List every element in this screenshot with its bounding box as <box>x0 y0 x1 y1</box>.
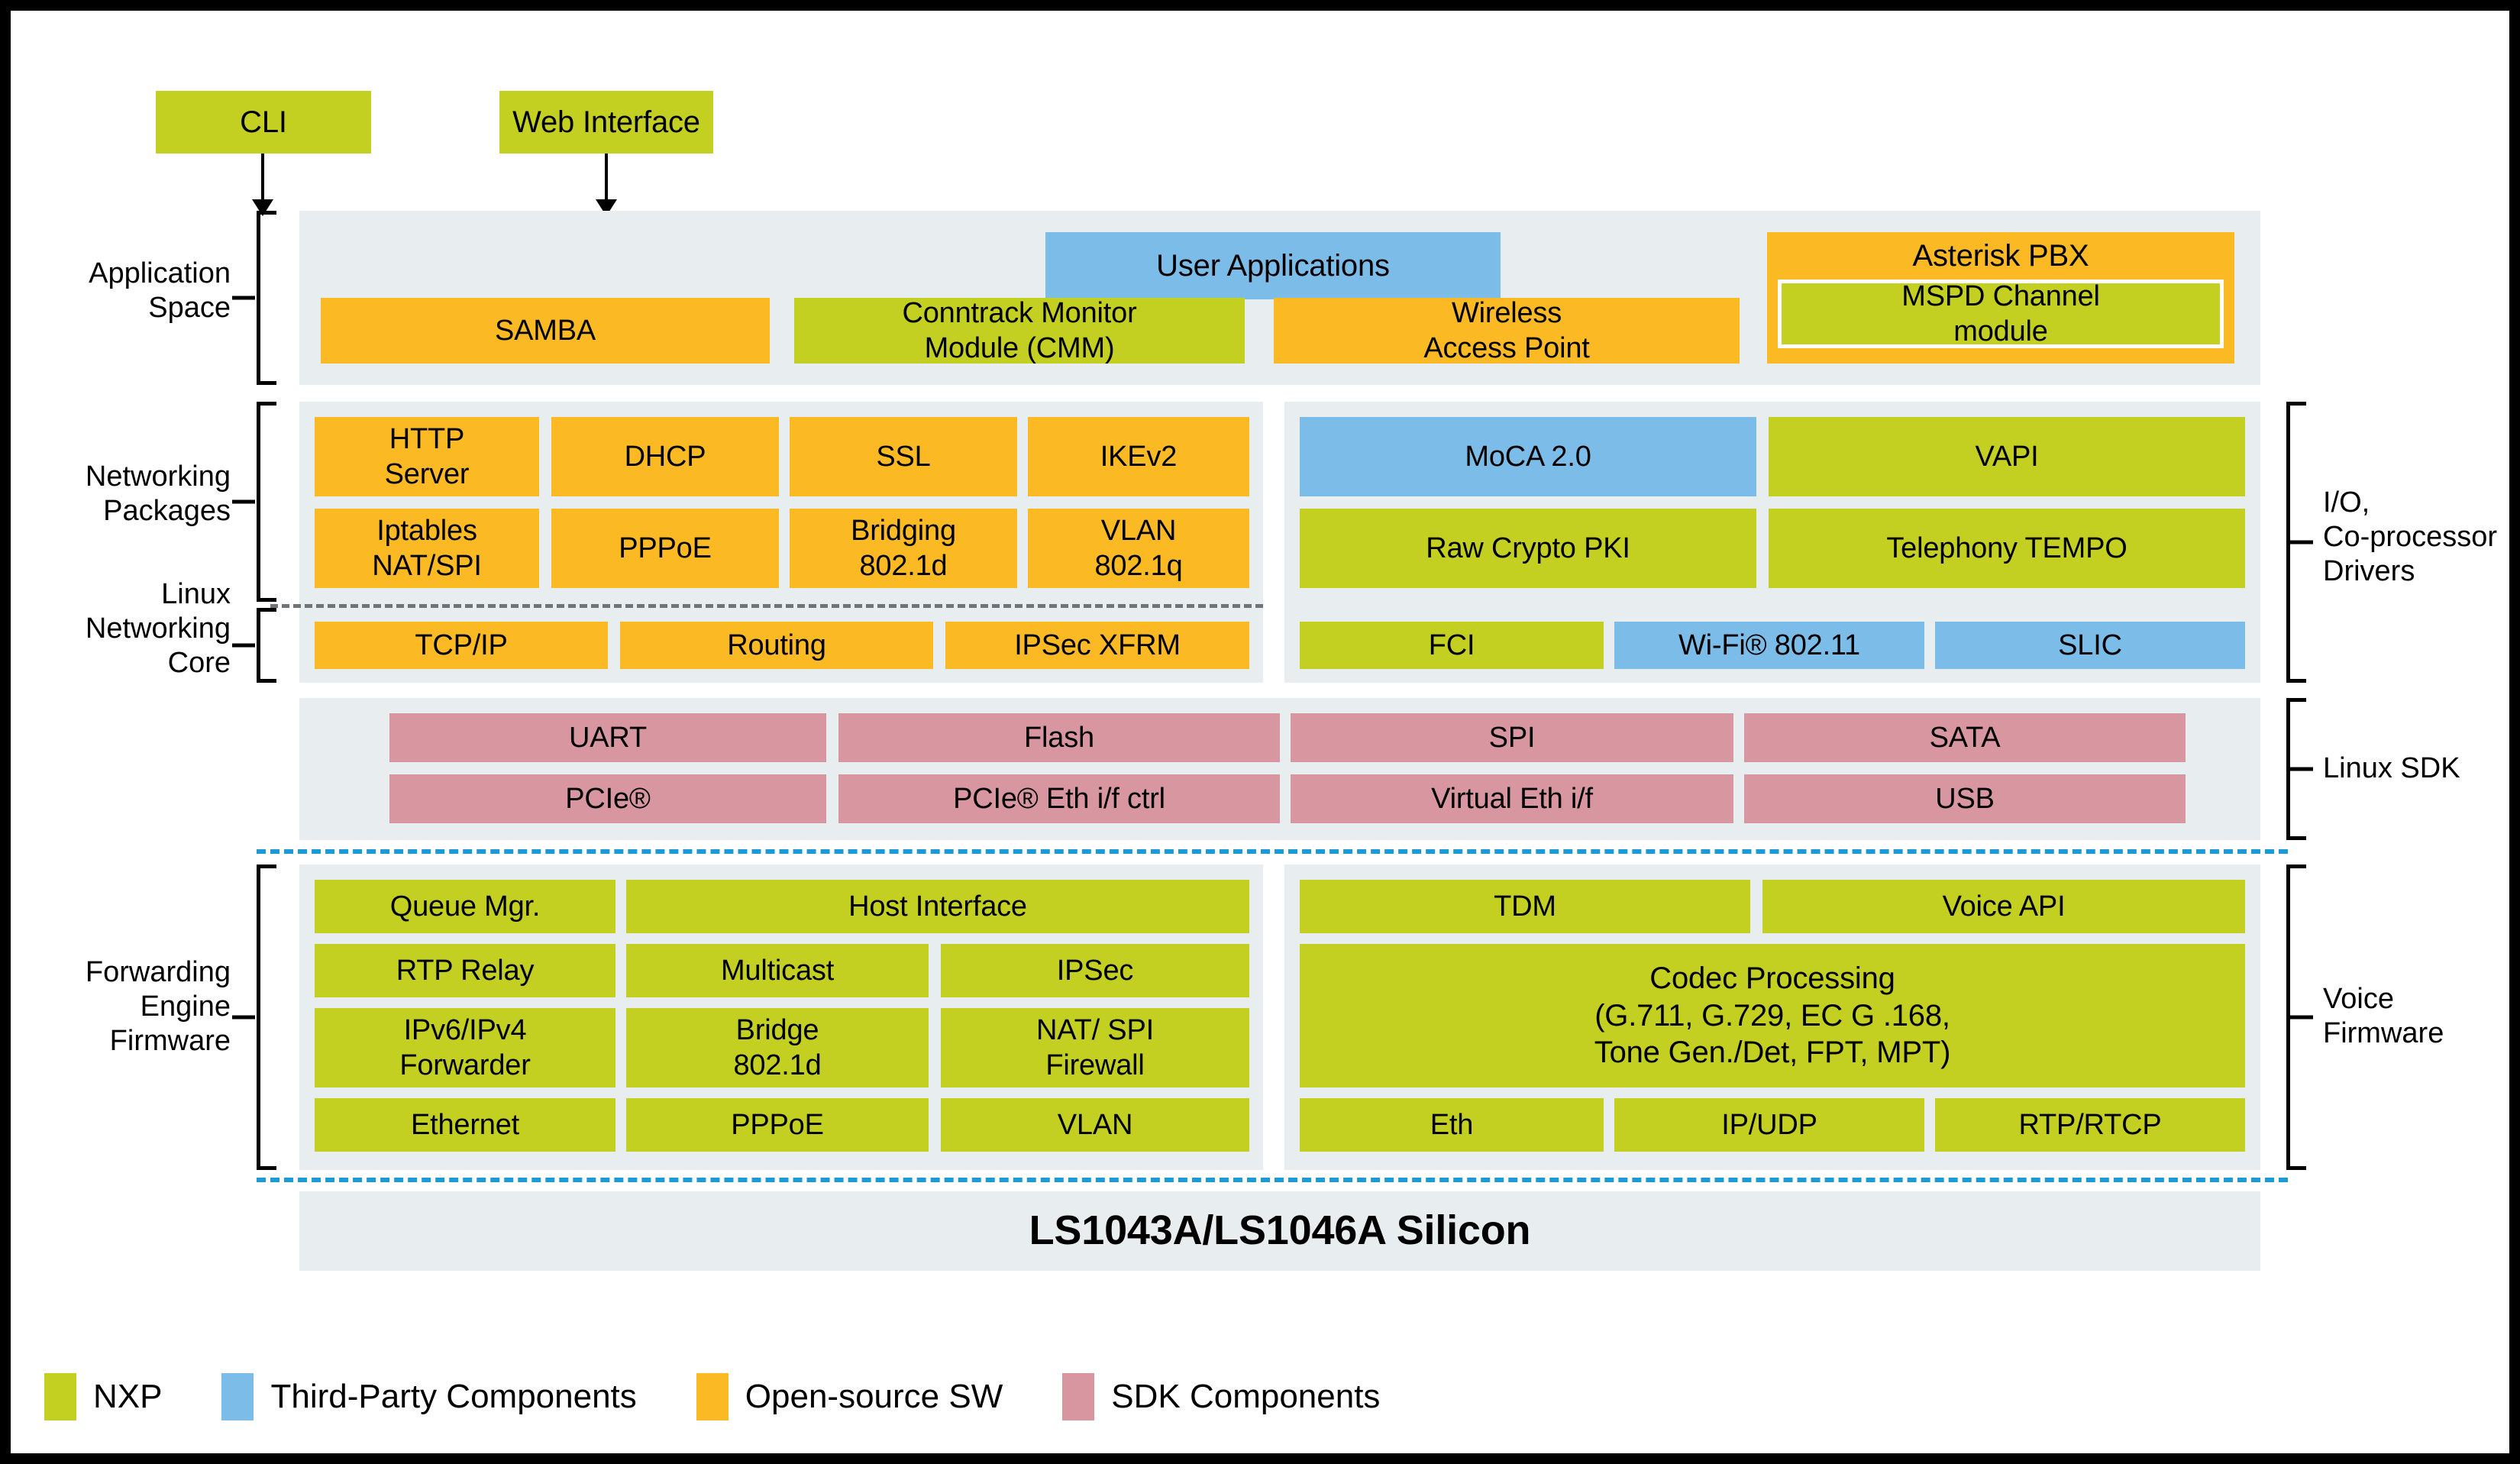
vlan-802-1q-box: VLAN 802.1q <box>1028 509 1249 588</box>
legend-item-sdk: SDK Components <box>1062 1373 1380 1420</box>
iptables-nat-spi-box: Iptables NAT/SPI <box>315 509 539 588</box>
tcp-ip-box: TCP/IP <box>315 622 608 669</box>
asterisk-pbx-label: Asterisk PBX <box>1912 238 2089 273</box>
label-linux-networking-core: Linux Networking Core <box>85 578 231 679</box>
firmware-top-divider <box>257 849 2288 854</box>
fci-box: FCI <box>1300 622 1604 669</box>
bridging-802-1d-box: Bridging 802.1d <box>790 509 1017 588</box>
multicast-box: Multicast <box>626 944 929 997</box>
vlan-fe-box: VLAN <box>941 1098 1249 1152</box>
cli-box: CLI <box>156 91 371 154</box>
rtp-rtcp-box: RTP/RTCP <box>1935 1098 2245 1152</box>
moca-2-0-box: MoCA 2.0 <box>1300 417 1756 496</box>
ipsec-xfrm-box: IPSec XFRM <box>945 622 1249 669</box>
dhcp-box: DHCP <box>551 417 779 496</box>
label-forwarding-engine-firmware: Forwarding Engine Firmware <box>85 956 231 1057</box>
conntrack-monitor-module-box: Conntrack Monitor Module (CMM) <box>794 297 1245 364</box>
legend-item-open-source: Open-source SW <box>696 1373 1003 1420</box>
asterisk-pbx-box: Asterisk PBX MSPD Channel module <box>1767 232 2234 364</box>
vapi-box: VAPI <box>1769 417 2245 496</box>
legend-swatch-nxp <box>44 1373 76 1420</box>
legend-item-third-party: Third-Party Components <box>221 1373 637 1420</box>
flash-box: Flash <box>838 713 1280 762</box>
http-server-box: HTTP Server <box>315 417 539 496</box>
user-applications-box: User Applications <box>1045 232 1501 299</box>
telephony-tempo-box: Telephony TEMPO <box>1769 509 2245 588</box>
label-networking-packages: Networking Packages <box>85 461 231 527</box>
diagram-frame: CLI Web Interface User Applications Aste… <box>0 0 2520 1464</box>
pppoe-fe-box: PPPoE <box>626 1098 929 1152</box>
spi-box: SPI <box>1291 713 1733 762</box>
wireless-access-point-box: Wireless Access Point <box>1274 297 1740 364</box>
web-interface-box: Web Interface <box>499 91 713 154</box>
pppoe-box: PPPoE <box>551 509 779 588</box>
bridge-802-1d-box: Bridge 802.1d <box>626 1008 929 1087</box>
usb-box: USB <box>1744 774 2186 823</box>
legend-swatch-third-party <box>221 1373 254 1420</box>
rtp-relay-box: RTP Relay <box>315 944 615 997</box>
firmware-bottom-divider <box>257 1178 2288 1182</box>
ip-udp-box: IP/UDP <box>1614 1098 1924 1152</box>
legend: NXP Third-Party Components Open-source S… <box>11 1362 2509 1431</box>
web-interface-arrow <box>605 154 608 201</box>
virtual-eth-if-box: Virtual Eth i/f <box>1291 774 1733 823</box>
ikev2-box: IKEv2 <box>1028 417 1249 496</box>
legend-label-third-party: Third-Party Components <box>270 1378 637 1415</box>
routing-box: Routing <box>620 622 933 669</box>
mspd-channel-module-box: MSPD Channel module <box>1778 280 2224 348</box>
host-interface-box: Host Interface <box>626 880 1249 933</box>
ipsec-box: IPSec <box>941 944 1249 997</box>
nat-spi-firewall-box: NAT/ SPI Firewall <box>941 1008 1249 1087</box>
legend-label-nxp: NXP <box>93 1378 163 1415</box>
eth-box: Eth <box>1300 1098 1604 1152</box>
pcie-eth-if-ctrl-box: PCIe® Eth i/f ctrl <box>838 774 1280 823</box>
sata-box: SATA <box>1744 713 2186 762</box>
legend-label-sdk: SDK Components <box>1111 1378 1381 1415</box>
ssl-box: SSL <box>790 417 1017 496</box>
tdm-box: TDM <box>1300 880 1750 933</box>
samba-box: SAMBA <box>321 298 770 364</box>
legend-label-open-source: Open-source SW <box>745 1378 1003 1415</box>
raw-crypto-pki-box: Raw Crypto PKI <box>1300 509 1756 588</box>
uart-box: UART <box>389 713 826 762</box>
label-linux-sdk: Linux SDK <box>2323 752 2460 784</box>
codec-processing-box: Codec Processing (G.711, G.729, EC G .16… <box>1300 944 2245 1087</box>
slic-box: SLIC <box>1935 622 2245 669</box>
linux-networking-core-divider <box>270 604 1263 608</box>
legend-swatch-open-source <box>696 1373 729 1420</box>
label-application-space: Application Space <box>89 257 231 324</box>
legend-item-nxp: NXP <box>44 1373 162 1420</box>
silicon-bar: LS1043A/LS1046A Silicon <box>299 1191 2260 1271</box>
queue-mgr-box: Queue Mgr. <box>315 880 615 933</box>
cli-arrow <box>261 154 264 201</box>
voice-api-box: Voice API <box>1762 880 2245 933</box>
legend-swatch-sdk <box>1062 1373 1095 1420</box>
wifi-802-11-box: Wi-Fi® 802.11 <box>1614 622 1924 669</box>
label-voice-firmware: Voice Firmware <box>2323 983 2444 1049</box>
pcie-box: PCIe® <box>389 774 826 823</box>
ipv6-ipv4-forwarder-box: IPv6/IPv4 Forwarder <box>315 1008 615 1087</box>
label-io-coprocessor-drivers: I/O, Co-processor Drivers <box>2323 486 2498 587</box>
ethernet-box: Ethernet <box>315 1098 615 1152</box>
